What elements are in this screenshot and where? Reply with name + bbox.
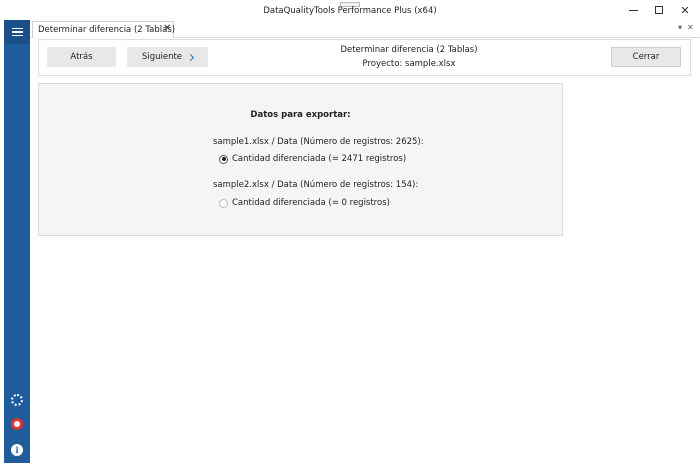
tab-tools: ▾ ✕: [678, 23, 694, 32]
next-button[interactable]: Siguiente: [127, 47, 208, 67]
option2-label: Cantidad diferenciada (= 0 registros): [232, 198, 390, 208]
title-bar: DataQualityTools Performance Plus (x64) …: [0, 0, 700, 20]
window-bottom-edge: [30, 463, 700, 467]
chevron-right-icon: [187, 53, 195, 61]
file1-info: sample1.xlsx / Data (Número de registros…: [213, 137, 424, 147]
project-label: Proyecto: sample.xlsx: [362, 59, 456, 69]
export-heading: Datos para exportar:: [250, 110, 351, 120]
export-panel: Datos para exportar: sample1.xlsx / Data…: [38, 83, 563, 236]
wizard-toolbar: Atrás Siguiente Determinar diferencia (2…: [38, 39, 691, 76]
page-title: Determinar diferencia (2 Tablas): [340, 45, 478, 55]
window-close-button[interactable]: ✕: [672, 2, 698, 18]
sidebar: i: [4, 20, 30, 463]
file2-info: sample2.xlsx / Data (Número de registros…: [213, 180, 419, 190]
info-icon[interactable]: i: [11, 444, 23, 456]
tab-determinar-diferencia[interactable]: Determinar diferencia (2 Tablas) ✕: [32, 21, 176, 38]
option1-label: Cantidad diferenciada (= 2471 registros): [232, 154, 407, 164]
option1-radio-row[interactable]: Cantidad diferenciada (= 2471 registros): [219, 154, 406, 164]
maximize-icon: [655, 6, 663, 14]
option1-radio[interactable]: [219, 154, 228, 164]
next-button-label: Siguiente: [141, 52, 183, 62]
menu-icon[interactable]: [4, 20, 30, 44]
tab-close-all-icon[interactable]: ✕: [687, 23, 694, 32]
gear-icon[interactable]: [11, 394, 23, 406]
window-title: DataQualityTools Performance Plus (x64): [263, 6, 437, 16]
back-button[interactable]: Atrás: [47, 47, 116, 67]
tab-close-icon[interactable]: ✕: [163, 23, 171, 34]
option2-radio-row[interactable]: Cantidad diferenciada (= 0 registros): [219, 198, 390, 208]
minimize-icon: [628, 9, 638, 11]
tab-label: Determinar diferencia (2 Tablas): [38, 25, 176, 35]
tab-bar: Determinar diferencia (2 Tablas) ✕ ▾ ✕: [30, 20, 700, 38]
help-icon[interactable]: [11, 418, 23, 430]
back-button-label: Atrás: [70, 52, 93, 62]
tab-list-dropdown-icon[interactable]: ▾: [678, 23, 682, 32]
close-button-label: Cerrar: [632, 52, 660, 62]
minimize-button[interactable]: [620, 2, 646, 18]
maximize-button[interactable]: [646, 2, 672, 18]
close-button[interactable]: Cerrar: [611, 47, 681, 67]
option2-radio[interactable]: [219, 198, 228, 208]
